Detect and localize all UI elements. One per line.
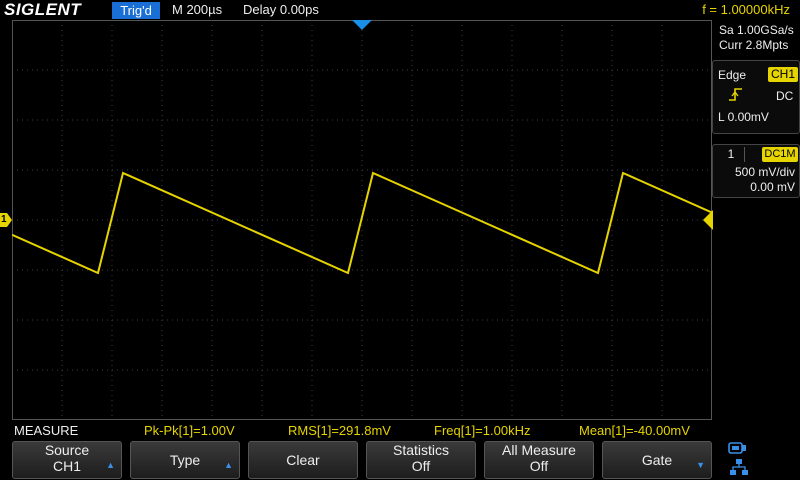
measure-rms: RMS[1]=291.8mV (288, 423, 391, 438)
rising-edge-icon (729, 88, 742, 101)
trigger-level-marker[interactable] (703, 210, 713, 230)
measure-pkpk: Pk-Pk[1]=1.00V (144, 423, 235, 438)
clear-softkey[interactable]: Clear (248, 441, 358, 479)
channel-number-label: 1 (718, 147, 745, 162)
timebase-readout[interactable]: M 200µs (172, 0, 222, 20)
down-arrow-icon: ▼ (696, 460, 705, 470)
all-measure-softkey-label: All Measure (502, 442, 576, 458)
statistics-softkey[interactable]: Statistics Off (366, 441, 476, 479)
trigger-position-marker[interactable] (352, 20, 372, 30)
trigger-type-label: Edge (718, 68, 747, 82)
type-softkey-label: Type (169, 452, 201, 468)
type-softkey[interactable]: Type ▲ (130, 441, 240, 479)
clear-softkey-label: Clear (286, 452, 320, 468)
gate-softkey-label: Gate (641, 452, 673, 468)
channel-offset-readout: 0.00 mV (750, 180, 795, 194)
trigger-coupling-label: DC (776, 89, 794, 103)
all-measure-softkey[interactable]: All Measure Off (484, 441, 594, 479)
source-softkey-value: CH1 (52, 458, 81, 474)
source-softkey[interactable]: Source CH1 ▲ (12, 441, 122, 479)
all-measure-softkey-value: Off (529, 458, 549, 474)
channel-scale-readout: 500 mV/div (734, 165, 795, 179)
brand-logo: SIGLENT (4, 0, 82, 19)
statistics-softkey-value: Off (411, 458, 431, 474)
trigger-source-badge: CH1 (768, 67, 798, 82)
memory-depth-readout: Curr 2.8Mpts (719, 38, 789, 52)
network-icon (730, 459, 748, 475)
measure-freq: Freq[1]=1.00kHz (434, 423, 531, 438)
statistics-softkey-label: Statistics (392, 442, 449, 458)
frequency-counter: f = 1.00000kHz (702, 2, 790, 17)
waveform-display[interactable] (12, 20, 712, 420)
channel-coupling-badge: DC1M (762, 147, 798, 162)
trigger-status-badge[interactable]: Trig'd (112, 2, 160, 19)
ch1-waveform-trace (12, 171, 712, 275)
measure-title: MEASURE (14, 423, 79, 438)
source-softkey-label: Source (44, 442, 90, 458)
usb-storage-icon (728, 442, 746, 454)
gate-softkey[interactable]: Gate ▼ (602, 441, 712, 479)
ch1-marker-label: 1 (1, 214, 7, 225)
delay-readout[interactable]: Delay 0.00ps (243, 0, 319, 20)
sample-rate-readout: Sa 1.00GSa/s (719, 23, 794, 37)
up-arrow-icon: ▲ (224, 460, 233, 470)
measure-mean: Mean[1]=-40.00mV (579, 423, 690, 438)
trigger-level-readout: L 0.00mV (718, 110, 769, 124)
up-arrow-icon: ▲ (106, 460, 115, 470)
